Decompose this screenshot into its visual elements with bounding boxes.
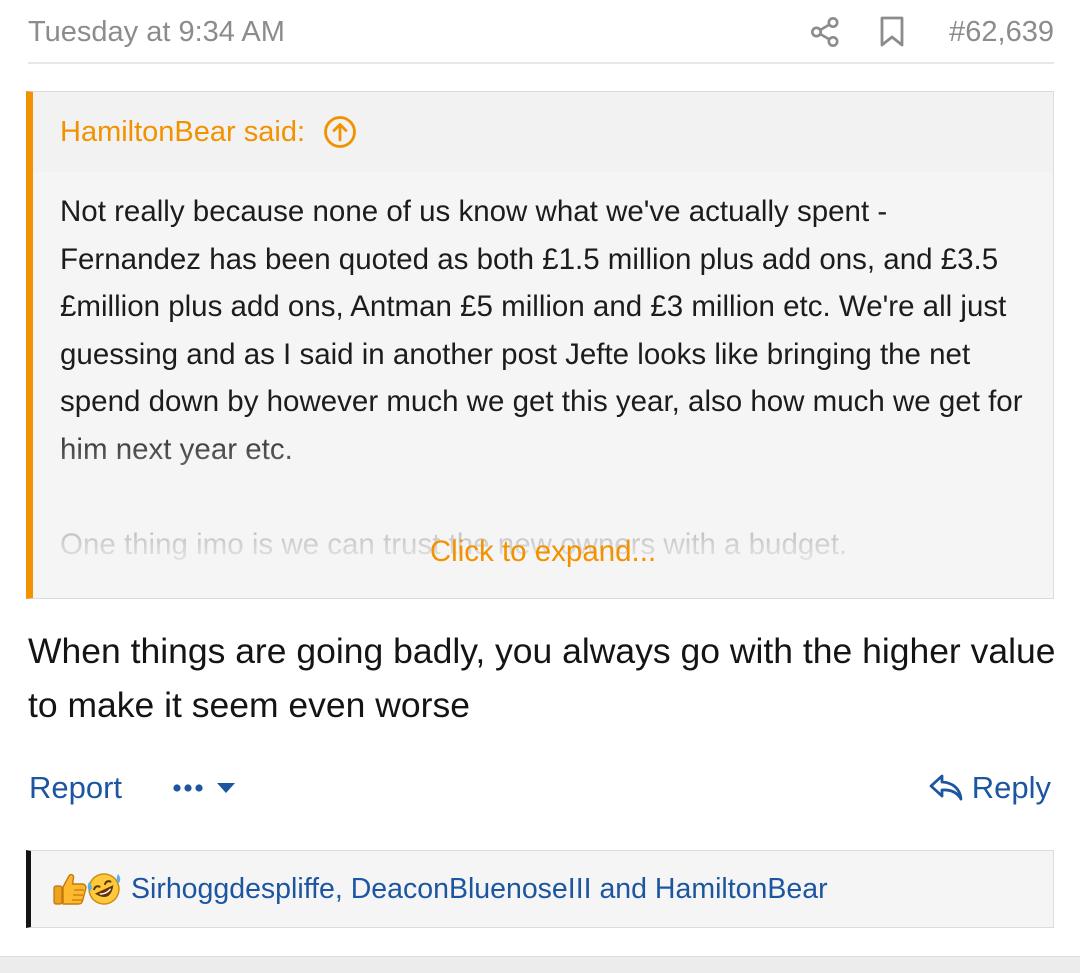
reply-button[interactable]: Reply bbox=[928, 768, 1051, 808]
report-link[interactable]: Report bbox=[29, 768, 122, 808]
post-divider bbox=[0, 956, 1080, 973]
quote-paragraph: Not really because none of us know what … bbox=[60, 195, 1023, 466]
post-message: When things are going badly, you always … bbox=[28, 631, 1056, 725]
quote-title[interactable]: HamiltonBear said: bbox=[33, 92, 1053, 172]
thumbs-up-icon bbox=[51, 870, 89, 908]
quote-author[interactable]: HamiltonBear said: bbox=[60, 116, 305, 149]
share-icon[interactable] bbox=[807, 14, 843, 50]
post-number-link[interactable]: #62,639 bbox=[949, 14, 1054, 50]
more-options-button[interactable] bbox=[172, 772, 236, 804]
reaction-users[interactable]: Sirhoggdespliffe, DeaconBluenoseIII and … bbox=[131, 873, 828, 906]
ellipsis-icon bbox=[172, 783, 206, 793]
caret-down-icon bbox=[216, 781, 236, 795]
expand-quote-link[interactable]: Click to expand... bbox=[33, 532, 1053, 572]
post-header: Tuesday at 9:34 AM #62,639 bbox=[28, 0, 1054, 64]
post-actions: #62,639 bbox=[807, 14, 1054, 50]
reply-label: Reply bbox=[971, 770, 1051, 805]
reactions-bar[interactable]: Sirhoggdespliffe, DeaconBluenoseIII and … bbox=[26, 850, 1054, 928]
quote-content: Not really because none of us know what … bbox=[60, 188, 1030, 569]
post-date[interactable]: Tuesday at 9:34 AM bbox=[28, 14, 285, 50]
laughing-face-icon bbox=[85, 870, 123, 908]
quote-block: HamiltonBear said: Not really because no… bbox=[26, 91, 1054, 599]
bookmark-icon[interactable] bbox=[877, 14, 907, 50]
arrow-up-circle-icon[interactable] bbox=[323, 115, 357, 149]
reply-arrow-icon bbox=[928, 772, 964, 804]
